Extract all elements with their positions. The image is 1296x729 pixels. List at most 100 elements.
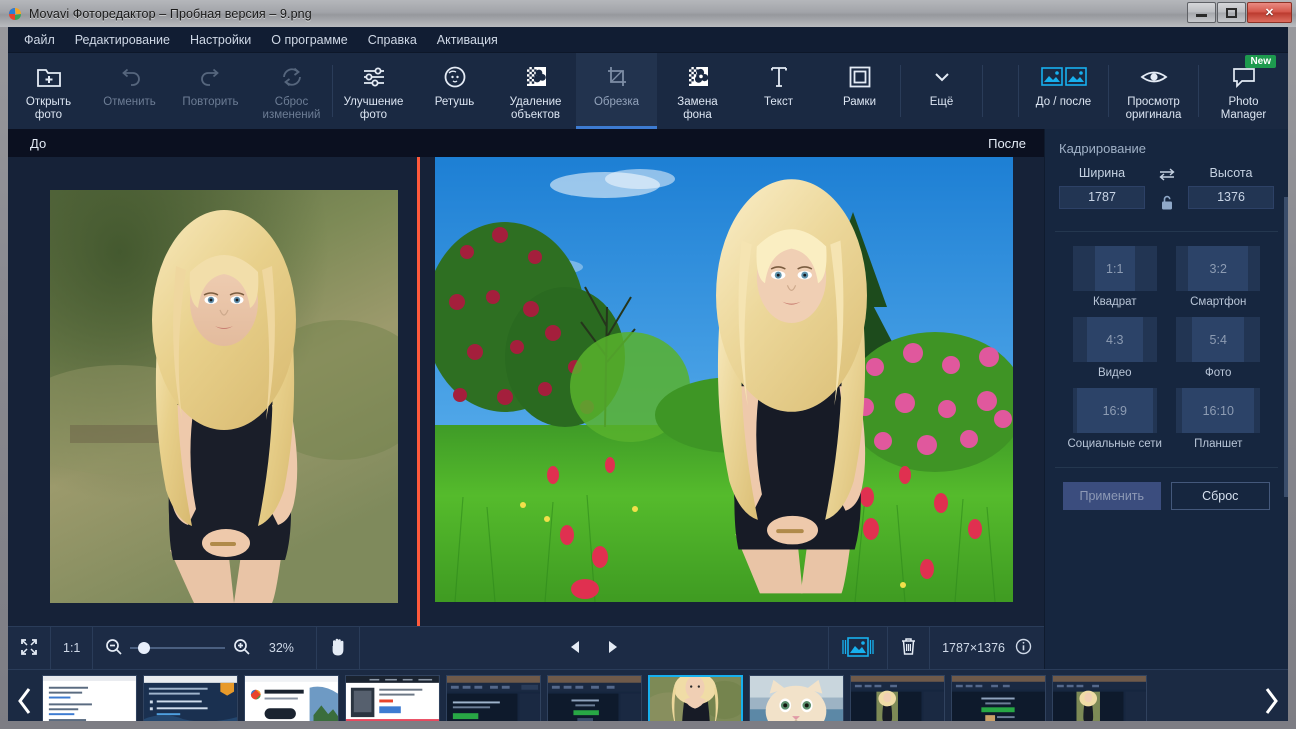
zoom-slider-knob[interactable] (138, 642, 151, 654)
toolbar-view-original[interactable]: Просмотр оригинала (1109, 53, 1198, 129)
ratio-option-tablet[interactable]: 16:10 Планшет (1167, 388, 1271, 451)
zoom-slider-track[interactable] (130, 642, 226, 654)
zoom-slider[interactable]: 32% (105, 638, 304, 658)
info-icon[interactable] (1015, 638, 1032, 658)
list-item[interactable] (951, 675, 1046, 721)
after-label: После (988, 135, 1026, 151)
menu-edit[interactable]: Редактирование (65, 29, 180, 51)
ratio-value: 3:2 (1209, 261, 1227, 276)
zoom-out-icon[interactable] (105, 638, 122, 658)
after-image (435, 157, 1013, 602)
filmstrip-toggle-button[interactable] (828, 626, 889, 670)
canvas-area: До После 1:1 32% 1787×1376 (8, 129, 1044, 670)
toolbar-background-change[interactable]: Замена фона (657, 53, 738, 129)
ratio-preview[interactable]: 1:1 (1072, 246, 1157, 291)
ratio-preview[interactable]: 3:2 (1176, 246, 1261, 291)
maximize-button[interactable] (1217, 2, 1246, 23)
minimize-button[interactable] (1187, 2, 1216, 23)
zoom-control[interactable]: 32% (93, 626, 318, 670)
panel-scrollbar-thumb[interactable] (1284, 197, 1288, 497)
zoom-in-icon[interactable] (233, 638, 250, 658)
fit-to-screen-button[interactable] (8, 626, 51, 670)
toolbar-open-photo[interactable]: Открыть фото (8, 53, 89, 129)
one-to-one-button[interactable]: 1:1 (51, 626, 94, 670)
next-arrow-icon[interactable] (605, 639, 620, 658)
menu-bar: Файл Редактирование Настройки О программ… (8, 27, 1288, 53)
toolbar-retouch[interactable]: Ретушь (414, 53, 495, 129)
delete-button[interactable] (888, 626, 931, 670)
ratio-preview[interactable]: 16:10 (1176, 388, 1261, 433)
sliders-icon (359, 62, 389, 92)
lock-open-icon[interactable] (1159, 194, 1175, 217)
list-item[interactable] (345, 675, 440, 721)
toolbar-frames[interactable]: Рамки (819, 53, 900, 129)
menu-help[interactable]: Справка (358, 29, 427, 51)
ratio-option-photo[interactable]: 5:4 Фото (1167, 317, 1271, 380)
panel-title: Кадрирование (1059, 141, 1147, 156)
ratio-preview[interactable]: 4:3 (1072, 317, 1157, 362)
swap-arrows-icon[interactable] (1158, 167, 1176, 186)
ratio-option-video[interactable]: 4:3 Видео (1063, 317, 1167, 380)
filmstrip-next-button[interactable] (1254, 670, 1288, 722)
toolbar-reset-changes[interactable]: Сброс изменений (251, 53, 332, 129)
before-image (50, 190, 398, 603)
menu-file[interactable]: Файл (14, 29, 65, 51)
list-item[interactable] (850, 675, 945, 721)
list-item[interactable] (648, 675, 743, 721)
toolbar-label: До / после (1035, 96, 1092, 108)
toolbar-right-group: До / после Просмотр оригинала New Photo … (1018, 53, 1288, 129)
image-viewport[interactable] (8, 157, 1044, 626)
toolbar-crop[interactable]: Обрезка (576, 53, 657, 129)
ratio-value: 5:4 (1209, 332, 1227, 347)
ratio-preview[interactable]: 16:9 (1072, 388, 1157, 433)
app-logo-icon (7, 6, 23, 22)
list-item[interactable] (749, 675, 844, 721)
ratio-option-smartphone[interactable]: 3:2 Смартфон (1167, 246, 1271, 309)
before-after-divider[interactable] (417, 157, 420, 626)
previous-arrow-icon[interactable] (568, 639, 583, 658)
list-item[interactable] (244, 675, 339, 721)
crop-icon (603, 62, 631, 92)
toolbar-label: Photo Manager (1220, 96, 1267, 121)
toolbar-text[interactable]: Текст (738, 53, 819, 129)
chevron-down-icon (928, 62, 956, 92)
zoom-percent-label: 32% (268, 641, 294, 655)
crop-width-input[interactable]: 1787 (1059, 186, 1145, 209)
canvas-bottom-spacer (360, 627, 556, 670)
toolbar-more[interactable]: Ещё (901, 53, 982, 129)
aspect-ratio-grid: 1:1 Квадрат 3:2 Смартфон 4:3 Видео 5:4 Ф… (1045, 232, 1288, 459)
toolbar-photo-manager[interactable]: New Photo Manager (1199, 53, 1288, 129)
filmstrip-prev-button[interactable] (8, 670, 42, 722)
toolbar-photo-enhance[interactable]: Улучшение фото (333, 53, 414, 129)
before-after-bar: До После (8, 129, 1044, 157)
hand-tool-button[interactable] (317, 626, 361, 670)
menu-activation[interactable]: Активация (427, 29, 508, 51)
list-item[interactable] (446, 675, 541, 721)
ratio-option-social[interactable]: 16:9 Социальные сети (1063, 388, 1167, 451)
fit-to-screen-icon (20, 638, 38, 659)
background-change-icon (684, 62, 712, 92)
crop-width-label: Ширина (1078, 166, 1126, 180)
toolbar-object-removal[interactable]: Удаление объектов (495, 53, 576, 129)
toolbar-label: Просмотр оригинала (1125, 96, 1182, 121)
list-item[interactable] (143, 675, 238, 721)
redo-icon (197, 62, 225, 92)
ratio-caption: Фото (1205, 367, 1232, 379)
crop-height-input[interactable]: 1376 (1188, 186, 1274, 209)
reset-button[interactable]: Сброс (1170, 482, 1270, 510)
list-item[interactable] (547, 675, 642, 721)
toolbar-before-after[interactable]: До / после (1019, 53, 1108, 129)
toolbar-undo[interactable]: Отменить (89, 53, 170, 129)
list-item[interactable] (42, 675, 137, 721)
ratio-value: 4:3 (1106, 332, 1124, 347)
menu-settings[interactable]: Настройки (180, 29, 261, 51)
apply-button[interactable]: Применить (1063, 482, 1161, 510)
ratio-preview[interactable]: 5:4 (1176, 317, 1261, 362)
toolbar-redo[interactable]: Повторить (170, 53, 251, 129)
close-button[interactable]: ✕ (1247, 2, 1292, 23)
list-item[interactable] (1052, 675, 1147, 721)
panel-scrollbar[interactable] (1284, 129, 1288, 669)
ratio-option-square[interactable]: 1:1 Квадрат (1063, 246, 1167, 309)
crop-width-field-group: Ширина 1787 (1059, 166, 1145, 209)
menu-about[interactable]: О программе (261, 29, 357, 51)
